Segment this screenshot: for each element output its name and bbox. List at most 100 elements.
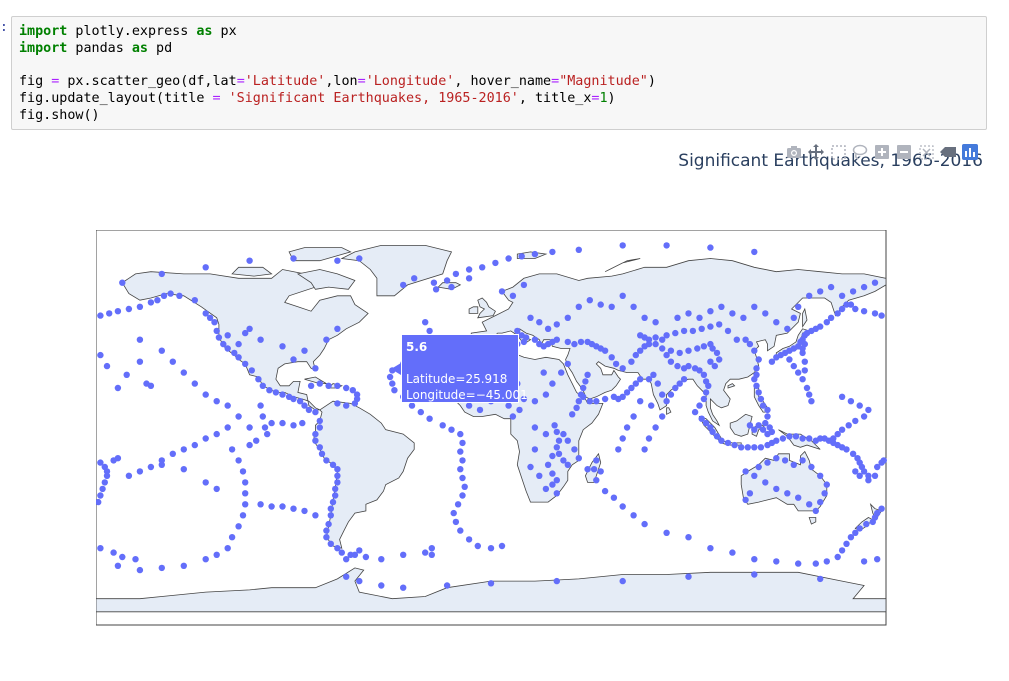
earthquake-point[interactable] — [869, 518, 876, 526]
earthquake-point[interactable] — [101, 479, 108, 486]
earthquake-point[interactable] — [755, 389, 762, 396]
earthquake-point[interactable] — [169, 450, 176, 457]
earthquake-point[interactable] — [518, 253, 525, 260]
earthquake-point[interactable] — [136, 358, 144, 365]
earthquake-point[interactable] — [202, 391, 209, 398]
earthquake-point[interactable] — [553, 490, 560, 497]
earthquake-point[interactable] — [248, 367, 255, 374]
earthquake-point[interactable] — [290, 255, 297, 262]
earthquake-point[interactable] — [257, 336, 264, 343]
earthquake-point[interactable] — [619, 503, 626, 510]
earthquake-point[interactable] — [812, 560, 819, 567]
earthquake-point[interactable] — [674, 314, 681, 321]
earthquake-point[interactable] — [823, 481, 830, 488]
earthquake-point[interactable] — [553, 444, 560, 451]
earthquake-point[interactable] — [235, 523, 242, 530]
earthquake-point[interactable] — [612, 360, 620, 368]
code-editor[interactable]: import plotly.express as px import panda… — [19, 24, 656, 125]
earthquake-point[interactable] — [213, 485, 220, 493]
earthquake-point[interactable] — [461, 483, 468, 490]
earthquake-point[interactable] — [623, 424, 631, 431]
earthquake-point[interactable] — [852, 417, 859, 425]
earthquake-point[interactable] — [762, 310, 769, 317]
earthquake-point[interactable] — [742, 496, 749, 504]
earthquake-point[interactable] — [764, 459, 771, 466]
earthquake-point[interactable] — [751, 347, 758, 354]
earthquake-point[interactable] — [332, 492, 339, 499]
earthquake-point[interactable] — [136, 336, 144, 343]
earthquake-point[interactable] — [457, 430, 464, 438]
earthquake-point[interactable] — [645, 376, 653, 383]
earthquake-point[interactable] — [700, 343, 708, 350]
earthquake-point[interactable] — [290, 356, 297, 363]
earthquake-point[interactable] — [242, 360, 249, 368]
earthquake-point[interactable] — [257, 501, 264, 508]
earthquake-point[interactable] — [847, 534, 855, 541]
earthquake-point[interactable] — [119, 279, 126, 286]
earthquake-point[interactable] — [97, 545, 104, 552]
earthquake-point[interactable] — [356, 577, 363, 585]
earthquake-point[interactable] — [751, 571, 758, 578]
earthquake-point[interactable] — [753, 382, 760, 389]
earthquake-point[interactable] — [327, 540, 334, 547]
earthquake-point[interactable] — [564, 314, 571, 321]
earthquake-point[interactable] — [147, 299, 155, 306]
zoom-in-icon[interactable] — [873, 143, 891, 161]
earthquake-point[interactable] — [176, 292, 183, 299]
earthquake-point[interactable] — [812, 507, 819, 515]
earthquake-point[interactable] — [795, 369, 802, 376]
earthquake-point[interactable] — [799, 376, 806, 383]
earthquake-point[interactable] — [803, 384, 811, 392]
earthquake-point[interactable] — [751, 376, 758, 383]
earthquake-point[interactable] — [553, 577, 560, 585]
earthquake-point[interactable] — [757, 444, 765, 451]
earthquake-point[interactable] — [817, 472, 824, 479]
earthquake-point[interactable] — [571, 446, 578, 453]
earthquake-point[interactable] — [459, 492, 466, 499]
earthquake-point[interactable] — [332, 485, 339, 493]
earthquake-point[interactable] — [246, 424, 253, 431]
earthquake-point[interactable] — [849, 288, 857, 295]
earthquake-point[interactable] — [356, 547, 363, 554]
earthquake-point[interactable] — [838, 393, 846, 400]
earthquake-point[interactable] — [509, 413, 517, 420]
earthquake-point[interactable] — [586, 398, 593, 405]
earthquake-point[interactable] — [700, 395, 708, 403]
earthquake-point[interactable] — [290, 505, 297, 512]
earthquake-point[interactable] — [549, 248, 556, 256]
earthquake-point[interactable] — [654, 380, 661, 387]
earthquake-point[interactable] — [564, 437, 571, 444]
earthquake-point[interactable] — [259, 382, 266, 389]
earthquake-point[interactable] — [123, 371, 130, 378]
earthquake-point[interactable] — [443, 582, 451, 589]
earthquake-point[interactable] — [652, 334, 659, 341]
earthquake-point[interactable] — [362, 553, 370, 561]
earthquake-point[interactable] — [224, 545, 231, 552]
earthquake-point[interactable] — [729, 310, 736, 317]
earthquake-point[interactable] — [823, 558, 830, 565]
earthquake-point[interactable] — [808, 463, 815, 471]
earthquake-point[interactable] — [312, 512, 319, 519]
earthquake-point[interactable] — [575, 303, 582, 310]
earthquake-point[interactable] — [439, 422, 446, 429]
earthquake-point[interactable] — [865, 477, 872, 484]
earthquake-point[interactable] — [817, 575, 824, 583]
earthquake-point[interactable] — [860, 413, 868, 420]
earthquake-point[interactable] — [531, 398, 539, 405]
earthquake-point[interactable] — [619, 292, 626, 299]
earthquake-point[interactable] — [235, 413, 242, 420]
earthquake-point[interactable] — [316, 417, 323, 425]
earthquake-point[interactable] — [136, 566, 144, 574]
earthquake-point[interactable] — [637, 398, 644, 405]
earthquake-point[interactable] — [106, 310, 113, 317]
earthquake-point[interactable] — [400, 281, 407, 289]
earthquake-point[interactable] — [136, 303, 144, 310]
earthquake-point[interactable] — [279, 343, 286, 350]
earthquake-point[interactable] — [290, 422, 297, 429]
earthquake-point[interactable] — [746, 490, 754, 497]
earthquake-point[interactable] — [773, 455, 780, 462]
earthquake-point[interactable] — [143, 380, 150, 387]
earthquake-point[interactable] — [266, 387, 273, 394]
earthquake-point[interactable] — [457, 527, 464, 534]
earthquake-point[interactable] — [733, 336, 740, 343]
